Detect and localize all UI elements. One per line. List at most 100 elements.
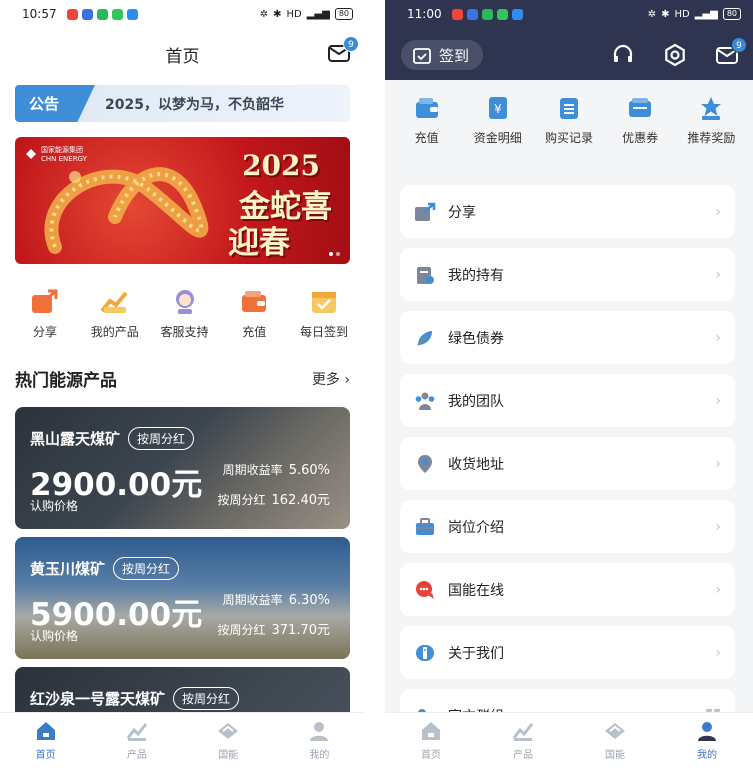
checkin-label: 签到 (439, 46, 470, 65)
about-icon (416, 644, 434, 661)
brand-logo: 国家能源集团 CHN ENERGY (25, 145, 87, 163)
product-tag: 按周分红 (128, 427, 195, 450)
promo-banner[interactable]: 国家能源集团 CHN ENERGY 2025 金蛇喜 迎春 (15, 137, 350, 264)
battery-icon: 80 (334, 8, 353, 20)
feature-row: 充值 ¥ 资金明细 购买记录 优惠券 推荐奖励 (385, 80, 753, 160)
chevron-right-icon: › (715, 518, 721, 535)
tab-mine[interactable]: 我的 (284, 720, 354, 761)
quick-recharge[interactable]: 充值 (221, 287, 287, 340)
rate-row: 周期收益率 6.30% (222, 593, 330, 608)
product-tag: 按周分红 (173, 687, 240, 710)
brand-icon (605, 723, 625, 739)
green-bond-icon (417, 330, 432, 346)
user-icon (698, 722, 716, 741)
menu-my-team[interactable]: 我的团队 › (400, 374, 735, 427)
notification-app-icon (126, 8, 138, 20)
chevron-right-icon: › (715, 581, 721, 598)
wallet-icon (242, 291, 267, 312)
message-count-badge: 9 (343, 36, 359, 52)
wallet-icon (415, 97, 438, 118)
quick-actions: 分享 我的产品 客服支持 充值 每日签到 (12, 287, 357, 340)
tab-mine[interactable]: 我的 (672, 720, 742, 761)
messages-button[interactable]: 9 (327, 36, 359, 64)
team-icon (415, 392, 435, 410)
menu-my-holdings[interactable]: 我的持有 › (400, 248, 735, 301)
feature-fund-details[interactable]: ¥ 资金明细 (465, 95, 531, 146)
bluetooth-icon: ✱ (661, 8, 670, 20)
tab-home[interactable]: 首页 (396, 720, 466, 761)
chart-icon (126, 723, 148, 741)
brand-icon (218, 723, 239, 739)
menu-green-bonds[interactable]: 绿色债券 › (400, 311, 735, 364)
announcement-bar[interactable]: 公告 2025，以梦为马，不负韶华 (15, 85, 350, 122)
clipboard-icon (559, 97, 578, 119)
svg-text:¥: ¥ (494, 102, 502, 116)
quick-daily-checkin[interactable]: 每日签到 (291, 287, 357, 340)
hd-icon: HD (674, 8, 690, 20)
header: 首页 9 (0, 28, 365, 80)
feature-purchase-records[interactable]: 购买记录 (536, 95, 602, 146)
bottom-tab-bar: 首页 产品 国能 我的 (385, 712, 753, 768)
page-title: 首页 (165, 46, 200, 67)
rate-row: 周期收益率 5.60% (222, 463, 330, 478)
chevron-right-icon: › (715, 644, 721, 661)
status-bar: 11:00 ✲ ✱ HD ▂▄▆ 80 (385, 0, 753, 28)
more-link[interactable]: 更多 › (312, 369, 350, 389)
yuan-doc-icon: ¥ (488, 96, 507, 119)
bluetooth-icon: ✱ (273, 8, 282, 20)
announcement-tag: 公告 (15, 85, 95, 122)
banner-year: 2025 (242, 149, 320, 182)
menu-shipping-address[interactable]: 收货地址 › (400, 437, 735, 490)
coupon-icon (629, 97, 652, 117)
calendar-check-icon (312, 292, 336, 313)
quick-label: 每日签到 (299, 325, 348, 339)
dividend-row: 按周分红 371.70元 (217, 623, 330, 638)
product-card[interactable]: 黄玉川煤矿 按周分红 5900.00元 认购价格 周期收益率 6.30% 按周分红 3… (15, 537, 350, 659)
tab-products[interactable]: 产品 (488, 720, 558, 761)
chevron-right-icon: › (715, 392, 721, 409)
hot-products-header: 热门能源产品 更多 › (15, 366, 350, 391)
notification-app-icon (66, 8, 78, 20)
product-chart-icon (100, 291, 128, 313)
quick-support[interactable]: 客服支持 (152, 287, 218, 340)
feature-coupons[interactable]: 优惠券 (607, 95, 673, 146)
section-title: 热门能源产品 (15, 371, 117, 391)
banner-line-2: 迎春 (228, 225, 290, 261)
signal-icon: ▂▄▆ (306, 8, 330, 20)
notification-app-icon (451, 8, 463, 20)
announcement-text: 2025，以梦为马，不负韶华 (105, 96, 284, 113)
holdings-icon (417, 266, 434, 284)
customer-service-button[interactable] (611, 43, 635, 67)
status-time: 10:57 (22, 7, 57, 21)
product-name: 黄玉川煤矿 (30, 560, 106, 578)
tab-brand[interactable]: 国能 (193, 720, 263, 761)
menu-about-us[interactable]: 关于我们 › (400, 626, 735, 679)
quick-my-products[interactable]: 我的产品 (82, 287, 148, 340)
product-card[interactable]: 黑山露天煤矿 按周分红 2900.00元 认购价格 周期收益率 5.60% 按周分红… (15, 407, 350, 529)
feature-recharge[interactable]: 充值 (394, 95, 460, 146)
messages-button[interactable]: 9 (715, 37, 747, 67)
tab-brand[interactable]: 国能 (580, 720, 650, 761)
menu-share[interactable]: 分享 › (400, 185, 735, 238)
notification-app-icon (511, 8, 523, 20)
menu-online-service[interactable]: 国能在线 › (400, 563, 735, 616)
user-icon (310, 722, 329, 741)
tab-home[interactable]: 首页 (11, 720, 81, 761)
message-count-badge: 9 (731, 37, 747, 53)
product-name: 黑山露天煤矿 (30, 430, 121, 448)
chevron-right-icon: › (344, 371, 350, 388)
quick-label: 分享 (32, 325, 57, 339)
dividend-row: 按周分红 162.40元 (217, 493, 330, 508)
quick-label: 充值 (242, 325, 267, 339)
quick-share[interactable]: 分享 (12, 287, 78, 340)
headset-icon (613, 44, 633, 62)
home-icon (422, 722, 440, 740)
settings-button[interactable] (663, 43, 687, 67)
chevron-right-icon: › (715, 266, 721, 283)
tab-products[interactable]: 产品 (102, 720, 172, 761)
checkin-button[interactable]: 签到 (401, 40, 484, 70)
menu-job-intro[interactable]: 岗位介绍 › (400, 500, 735, 553)
price-label: 认购价格 (30, 499, 79, 513)
feature-referral-rewards[interactable]: 推荐奖励 (678, 95, 744, 146)
brand-name-cn: 国家能源集团 (41, 146, 83, 154)
